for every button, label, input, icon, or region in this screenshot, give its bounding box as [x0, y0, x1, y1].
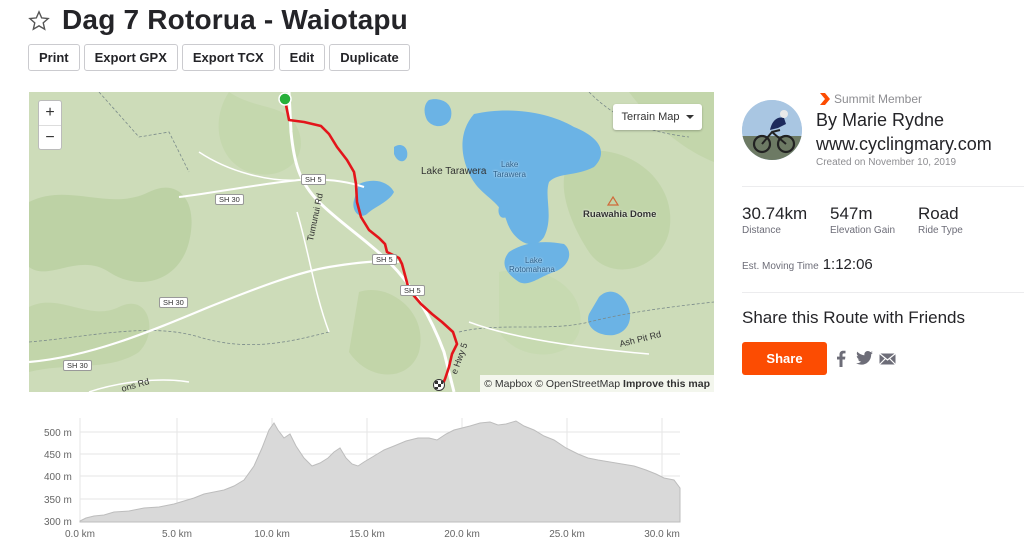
divider — [742, 186, 1024, 187]
y-tick: 300 m — [44, 517, 72, 528]
map-label-ruawahia: Ruawahia Dome — [583, 209, 657, 220]
facebook-icon[interactable] — [836, 350, 846, 367]
created-date: Created on November 10, 2019 — [816, 157, 957, 168]
divider — [742, 292, 1024, 293]
ride-type-label: Ride Type — [918, 225, 963, 236]
x-tick: 25.0 km — [549, 529, 585, 540]
distance-label: Distance — [742, 225, 781, 236]
share-button[interactable]: Share — [742, 342, 827, 375]
stat-elevation: 547m Elevation Gain — [830, 204, 895, 236]
x-tick: 15.0 km — [349, 529, 385, 540]
chevron-down-icon — [685, 115, 694, 119]
print-button[interactable]: Print — [28, 44, 80, 71]
y-tick: 350 m — [44, 495, 72, 506]
x-tick: 10.0 km — [254, 529, 290, 540]
twitter-icon[interactable] — [856, 351, 873, 365]
road-shield-sh30: SH 30 — [63, 360, 92, 371]
map-label-rotomahana-1: Lake — [525, 256, 543, 265]
zoom-control: + − — [38, 100, 62, 150]
moving-time: Est. Moving Time 1:12:06 — [742, 256, 873, 273]
elevation-area — [79, 420, 681, 523]
y-tick: 400 m — [44, 472, 72, 483]
x-tick: 5.0 km — [162, 529, 192, 540]
road-shield-sh5: SH 5 — [372, 254, 397, 265]
avatar[interactable] — [742, 100, 802, 160]
page-title: Dag 7 Rotorua - Waiotapu — [62, 4, 408, 35]
map-label-lake-tarawera-inner-1: Lake — [501, 160, 519, 169]
athlete-website[interactable]: www.cyclingmary.com — [816, 132, 992, 156]
map-label-rotomahana-2: Rotomahana — [509, 265, 555, 274]
route-map[interactable]: + − Terrain Map Lake Tarawera Lake Taraw… — [29, 92, 714, 392]
map-label-lake-tarawera-inner-2: Tarawera — [493, 170, 526, 179]
elevation-label: Elevation Gain — [830, 225, 896, 236]
road-shield-sh5: SH 5 — [301, 174, 326, 185]
osm-link[interactable]: © OpenStreetMap — [535, 378, 620, 390]
x-tick: 20.0 km — [444, 529, 480, 540]
zoom-in-button[interactable]: + — [39, 101, 61, 125]
duplicate-button[interactable]: Duplicate — [329, 44, 410, 71]
road-shield-sh5: SH 5 — [400, 285, 425, 296]
moving-time-label: Est. Moving Time — [742, 261, 819, 272]
stat-distance: 30.74km Distance — [742, 204, 807, 236]
cyclist-avatar-icon — [742, 100, 802, 160]
elevation-profile[interactable]: 500 m 450 m 400 m 350 m 300 m 0.0 km 5.0… — [34, 408, 694, 551]
improve-map-link[interactable]: Improve this map — [623, 378, 710, 390]
terrain-map-label: Terrain Map — [621, 111, 680, 123]
summit-member-badge: Summit Member — [820, 92, 922, 106]
title-row: Dag 7 Rotorua - Waiotapu — [28, 2, 408, 38]
summit-member-label: Summit Member — [834, 92, 923, 106]
athlete-info: By Marie Rydne www.cyclingmary.com — [816, 108, 992, 156]
map-attribution: © Mapbox © OpenStreetMap Improve this ma… — [480, 375, 714, 392]
edit-button[interactable]: Edit — [278, 44, 326, 71]
y-tick: 450 m — [44, 450, 72, 461]
moving-time-value: 1:12:06 — [822, 256, 873, 273]
road-shield-sh30: SH 30 — [215, 194, 244, 205]
share-title: Share this Route with Friends — [742, 308, 965, 327]
distance-value: 30.74km — [742, 204, 808, 223]
stat-ride-type: Road Ride Type — [918, 204, 963, 236]
y-tick: 500 m — [44, 428, 72, 439]
elevation-value: 547m — [830, 204, 873, 223]
star-icon[interactable] — [28, 10, 50, 32]
email-icon[interactable] — [879, 353, 896, 365]
athlete-name[interactable]: By Marie Rydne — [816, 108, 992, 132]
road-shield-sh30: SH 30 — [159, 297, 188, 308]
zoom-out-button[interactable]: − — [39, 125, 61, 149]
x-tick: 30.0 km — [644, 529, 680, 540]
export-gpx-button[interactable]: Export GPX — [83, 44, 178, 71]
map-label-lake-tarawera: Lake Tarawera — [421, 166, 487, 177]
export-tcx-button[interactable]: Export TCX — [181, 44, 275, 71]
map-terrain — [29, 92, 714, 392]
ride-type-value: Road — [918, 204, 959, 223]
terrain-map-dropdown[interactable]: Terrain Map — [613, 104, 702, 130]
summit-chevron-icon — [820, 93, 830, 105]
x-tick: 0.0 km — [65, 529, 95, 540]
mapbox-link[interactable]: © Mapbox — [484, 378, 532, 390]
action-toolbar: Print Export GPX Export TCX Edit Duplica… — [28, 44, 410, 71]
